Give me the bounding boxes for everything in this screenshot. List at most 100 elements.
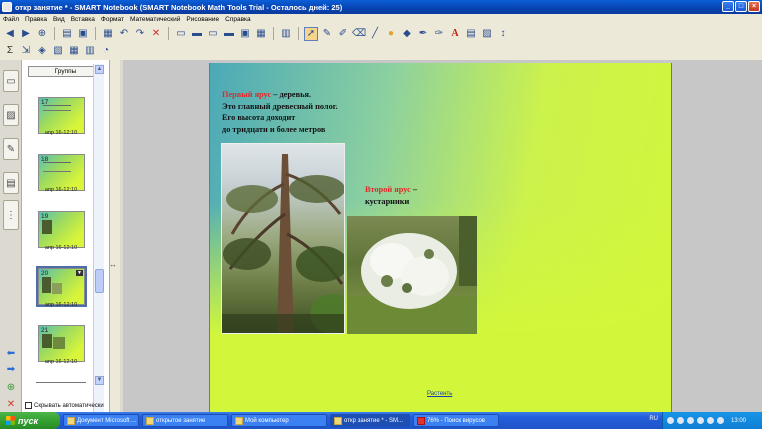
select-icon[interactable]: ➚ <box>304 26 318 41</box>
display-icon[interactable]: ▭ <box>206 27 220 41</box>
menu-view[interactable]: Вид <box>53 16 65 23</box>
page-thumbnail[interactable]: 18 <box>38 154 85 191</box>
menu-insert[interactable]: Вставка <box>71 16 95 23</box>
footer-link[interactable]: Растенть <box>427 391 452 397</box>
thumb-menu-arrow-icon[interactable]: ▼ <box>76 270 83 276</box>
tier1-line4: до тридцати и более метров <box>222 124 326 134</box>
task-my-computer[interactable]: Мой компьютер <box>231 414 327 427</box>
text-icon[interactable]: A <box>448 27 462 41</box>
image-icon[interactable]: ▨ <box>480 27 494 41</box>
menu-edit[interactable]: Правка <box>25 16 47 23</box>
redo-icon[interactable]: ↷ <box>133 27 147 41</box>
paste-icon[interactable]: ▦ <box>101 27 115 41</box>
tier2-text[interactable]: Второй ярус – кустарники <box>365 184 417 208</box>
tray-icon[interactable] <box>677 417 684 424</box>
menu-file[interactable]: Файл <box>3 16 19 23</box>
task-label: Документ Microsoft ... <box>77 417 137 424</box>
notebook-icon <box>334 416 342 425</box>
math-toolbar: Σ ⇲ ◈ ▧ ▦ ▥ ◔ <box>0 42 762 59</box>
computer-icon <box>235 416 243 425</box>
creative-pen-icon[interactable]: ✐ <box>336 27 350 41</box>
shrub-photo[interactable] <box>347 216 477 334</box>
page-thumbnail[interactable]: 17 <box>38 97 85 134</box>
open-icon[interactable]: ▤ <box>60 27 74 41</box>
tier2-rest: – <box>410 185 418 194</box>
groups-button[interactable]: Группы <box>28 66 103 77</box>
shape-recognition-icon[interactable]: ✑ <box>432 27 446 41</box>
window-title: откр занятие * - SMART Notebook (SMART N… <box>15 2 343 12</box>
task-word[interactable]: Документ Microsoft ... <box>63 414 139 427</box>
pen-icon[interactable]: ✎ <box>320 27 334 41</box>
screen-shade-icon[interactable]: ▭ <box>174 27 188 41</box>
task-antivirus[interactable]: 76% - Поиск вирусов <box>413 414 499 427</box>
tier1-line3: Его высота доходит <box>222 113 296 122</box>
gallery-icon[interactable]: ▧ <box>51 44 65 58</box>
tier1-line2: Это главный древесный полог. <box>222 101 338 111</box>
task-folder[interactable]: открытое занятие <box>142 414 228 427</box>
page-thumbnail[interactable]: 19 <box>38 211 85 248</box>
chart-icon[interactable]: ▥ <box>83 44 97 58</box>
display-icon[interactable]: ▬ <box>222 27 236 41</box>
sigma-icon[interactable]: Σ <box>3 44 17 58</box>
sorter-scrollbar[interactable]: ▲ ▼ <box>93 64 104 412</box>
move-icon[interactable]: ↕ <box>496 27 510 41</box>
thumb-caption: апр 16-12:10 <box>44 359 78 365</box>
addons-tab-icon[interactable]: ⋮ <box>3 200 19 230</box>
maximize-button[interactable]: □ <box>735 1 747 12</box>
close-button[interactable]: × <box>748 1 760 12</box>
tray-icon[interactable] <box>687 417 694 424</box>
display-icon[interactable]: ▬ <box>190 27 204 41</box>
task-smart-notebook[interactable]: откр занятие * - SM... <box>330 414 410 427</box>
resize-arrows-icon[interactable]: ↔ <box>109 260 117 269</box>
tier1-text[interactable]: Первый ярус – деревья. Это главный древе… <box>222 89 338 135</box>
pine-tree-photo[interactable] <box>221 143 345 334</box>
graph-icon[interactable]: ▦ <box>67 44 81 58</box>
start-button[interactable]: пуск <box>0 412 60 429</box>
table-icon[interactable]: ▦ <box>254 27 268 41</box>
eraser-icon[interactable]: ⌫ <box>352 27 366 41</box>
tray-icon[interactable] <box>717 417 724 424</box>
menu-draw[interactable]: Рисование <box>186 16 219 23</box>
thumb-number: 21 <box>41 327 49 334</box>
capture-icon[interactable]: ▣ <box>238 27 252 41</box>
forward-icon[interactable]: ▶ <box>19 27 33 41</box>
minimize-button[interactable]: _ <box>722 1 734 12</box>
shape-icon[interactable]: ● <box>384 27 398 41</box>
fill-icon[interactable]: ◆ <box>400 27 414 41</box>
windows-flag-icon <box>6 416 15 425</box>
undo-icon[interactable]: ↶ <box>117 27 131 41</box>
menu-help[interactable]: Справка <box>225 16 251 23</box>
properties-icon[interactable]: ▤ <box>464 27 478 41</box>
back-icon[interactable]: ◀ <box>3 27 17 41</box>
line-icon[interactable]: ╱ <box>368 27 382 41</box>
taskbar: пуск Документ Microsoft ... открытое зан… <box>0 412 762 429</box>
tray-icon[interactable] <box>667 417 674 424</box>
add-page-icon[interactable]: ⊕ <box>35 27 49 41</box>
table-icon[interactable]: ▥ <box>279 27 293 41</box>
start-label: пуск <box>18 415 39 426</box>
gallery-tab-icon[interactable]: ▨ <box>3 104 19 126</box>
notebook-page[interactable]: Первый ярус – деревья. Это главный древе… <box>209 63 672 413</box>
page-thumbnail-selected[interactable]: 20 ▼ <box>36 266 87 307</box>
properties-tab-icon[interactable]: ▤ <box>3 172 19 194</box>
tray-icon[interactable] <box>697 417 704 424</box>
shapes-icon[interactable]: ◈ <box>35 44 49 58</box>
protractor-icon[interactable]: ◔ <box>99 44 113 58</box>
delete-icon[interactable]: ✕ <box>149 27 163 41</box>
autohide-checkbox[interactable] <box>25 402 32 409</box>
arrow-icon[interactable]: ⇲ <box>19 44 33 58</box>
menu-math[interactable]: Математический <box>130 16 180 23</box>
language-indicator[interactable]: RU <box>649 416 658 422</box>
thumb-number: 19 <box>41 213 49 220</box>
autohide-option[interactable]: Скрывать автоматически <box>25 402 104 409</box>
save-icon[interactable]: ▣ <box>76 27 90 41</box>
scroll-down-icon[interactable]: ▼ <box>95 376 104 385</box>
magic-pen-icon[interactable]: ✒ <box>416 27 430 41</box>
scroll-up-icon[interactable]: ▲ <box>95 65 104 74</box>
page-thumbnail[interactable]: 21 <box>38 325 85 362</box>
attachments-tab-icon[interactable]: ✎ <box>3 138 19 160</box>
page-sorter-tab-icon[interactable]: ▭ <box>3 70 19 92</box>
scroll-thumb[interactable] <box>95 269 104 293</box>
menu-format[interactable]: Формат <box>101 16 124 23</box>
tray-icon[interactable] <box>707 417 714 424</box>
